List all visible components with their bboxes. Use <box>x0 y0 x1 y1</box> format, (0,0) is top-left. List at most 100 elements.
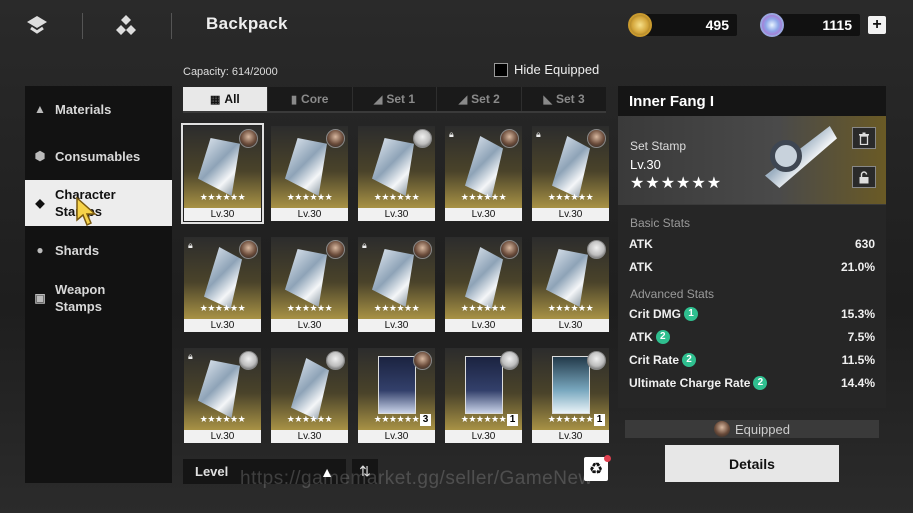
stat-name: ATK <box>629 330 653 344</box>
stat-rank-badge: 2 <box>682 353 697 367</box>
sort-label: Level <box>195 464 229 479</box>
gold-coin-icon <box>628 13 652 37</box>
trash-icon <box>859 132 869 145</box>
character-portrait <box>378 356 416 414</box>
stamp-gem-image <box>465 247 503 309</box>
add-currency-button[interactable]: + <box>868 16 886 34</box>
level-label: Lv.30 <box>445 319 522 332</box>
equipped-character-avatar <box>714 421 731 437</box>
stat-value: 630 <box>854 237 875 251</box>
logo-icon[interactable] <box>24 12 50 38</box>
lock-icon: 🔒︎ <box>362 240 367 250</box>
item-count: 1 <box>594 414 605 426</box>
stamp-card[interactable]: 🔒︎ ★★★★★★ Lv.30 <box>184 348 261 443</box>
level-label: Lv.30 <box>358 430 435 443</box>
tab-core[interactable]: ▮ Core <box>268 87 353 111</box>
hide-equipped-toggle[interactable]: Hide Equipped <box>494 62 599 77</box>
lock-toggle-button[interactable] <box>852 166 876 188</box>
card-icon: ▣ <box>34 291 46 305</box>
tab-set-1[interactable]: ◢ Set 1 <box>353 87 438 111</box>
sidebar-item-consumables[interactable]: ⬢ Consumables <box>25 139 172 173</box>
tab-label: Set 1 <box>386 92 416 106</box>
stamp-card[interactable]: 🔒︎ ★★★★★★ Lv.30 <box>445 126 522 221</box>
star-rating: ★★★★★★ <box>199 192 246 202</box>
star-rating: ★★★★★★ <box>286 192 333 202</box>
tab-set-2[interactable]: ◢ Set 2 <box>437 87 523 111</box>
stat-rank-badge: 2 <box>655 330 670 344</box>
character-avatar <box>500 351 519 370</box>
sidebar-item-materials[interactable]: ▲ Materials <box>25 92 172 126</box>
sidebar-item-shards[interactable]: ● Shards <box>25 233 172 267</box>
stamp-card[interactable]: ★★★★★★ Lv.30 <box>532 237 609 332</box>
stamp-card[interactable]: 🔒︎ ★★★★★★ Lv.30 <box>184 237 261 332</box>
character-avatar <box>500 240 519 259</box>
stamp-card[interactable]: ★★★★★★ Lv.30 <box>271 348 348 443</box>
notification-dot <box>604 455 611 462</box>
stamp-card[interactable]: ★★★★★★ Lv.30 <box>181 123 264 224</box>
level-label: Lv.30 <box>445 430 522 443</box>
stat-value: 7.5% <box>847 330 875 344</box>
star-rating: ★★★★★★ <box>547 303 594 313</box>
item-count: 1 <box>507 414 518 426</box>
trash-button[interactable] <box>852 127 876 149</box>
stamp-type: Set Stamp <box>630 139 687 153</box>
stamp-card[interactable]: ★★★★★★ 3 Lv.30 <box>358 348 435 443</box>
equipped-label: Equipped <box>735 421 790 437</box>
character-avatar <box>587 240 606 259</box>
basic-stat-row: ATK 630 <box>629 237 875 251</box>
sidebar-item-label: Consumables <box>55 148 141 164</box>
advanced-stat-row: Ultimate Charge Rate 2 14.4% <box>629 376 875 390</box>
star-rating: ★★★★★★ <box>547 192 594 202</box>
unlock-icon <box>859 170 869 183</box>
level-label: Lv.30 <box>532 319 609 332</box>
stat-value: 11.5% <box>841 353 875 367</box>
tab-all[interactable]: ▦ All <box>183 87 268 111</box>
stamp-card[interactable]: ★★★★★★ Lv.30 <box>271 126 348 221</box>
stamp-gem-image <box>204 247 242 309</box>
character-portrait <box>465 356 503 414</box>
stat-rank-badge: 2 <box>753 376 768 390</box>
home-icon[interactable] <box>113 12 139 38</box>
character-avatar <box>587 129 606 148</box>
stat-name: Crit Rate <box>629 353 680 367</box>
stamp-icon: ◆ <box>35 196 45 210</box>
character-avatar <box>326 351 345 370</box>
stamp-card[interactable]: 🔒︎ ★★★★★★ Lv.30 <box>358 237 435 332</box>
character-avatar <box>239 129 258 148</box>
lock-icon: 🔒︎ <box>188 240 193 250</box>
star-rating: ★★★★★★ <box>199 414 246 424</box>
stamp-gem-image <box>372 138 414 196</box>
stamp-card[interactable]: ★★★★★★ Lv.30 <box>271 237 348 332</box>
divider <box>171 13 172 39</box>
stamp-card[interactable]: ★★★★★★ Lv.30 <box>358 126 435 221</box>
tab-set-3[interactable]: ◣ Set 3 <box>522 87 606 111</box>
sidebar-item-weapon-stamps[interactable]: ▣ Weapon Stamps <box>25 276 172 320</box>
gem-currency-value: 1115 <box>822 17 852 33</box>
level-label: Lv.30 <box>184 319 261 332</box>
sidebar-item-label: Materials <box>55 101 112 117</box>
level-label: Lv.30 <box>271 430 348 443</box>
stamp-gem-image <box>552 136 590 198</box>
sidebar-item-label: Weapon Stamps <box>55 282 106 314</box>
stat-value: 15.3% <box>840 307 875 321</box>
stamp-level: Lv.30 <box>630 157 661 172</box>
stamp-card[interactable]: 🔒︎ ★★★★★★ Lv.30 <box>532 126 609 221</box>
stat-value: 21.0% <box>840 260 875 274</box>
hide-equipped-checkbox[interactable] <box>494 62 508 77</box>
character-avatar <box>413 129 432 148</box>
star-rating: ★★★★★★ <box>460 192 507 202</box>
stamp-gem-image <box>372 249 414 307</box>
flask-icon: ▲ <box>34 102 46 116</box>
stamp-card[interactable]: ★★★★★★ 1 Lv.30 <box>445 348 522 443</box>
level-label: Lv.30 <box>184 208 261 221</box>
page-title: Backpack <box>206 14 288 33</box>
basic-stats-title: Basic Stats <box>630 216 691 230</box>
stamp-card[interactable]: ★★★★★★ 1 Lv.30 <box>532 348 609 443</box>
capacity-label: Capacity: 614/2000 <box>183 66 278 78</box>
stamp-card[interactable]: ★★★★★★ Lv.30 <box>445 237 522 332</box>
details-button[interactable]: Details <box>665 445 839 482</box>
tab-underline <box>183 111 606 113</box>
category-sidebar: ▲ Materials ⬢ Consumables ◆ Character St… <box>25 86 172 483</box>
grid-icon: ▦ <box>210 93 221 106</box>
gold-currency-value: 495 <box>705 17 729 33</box>
